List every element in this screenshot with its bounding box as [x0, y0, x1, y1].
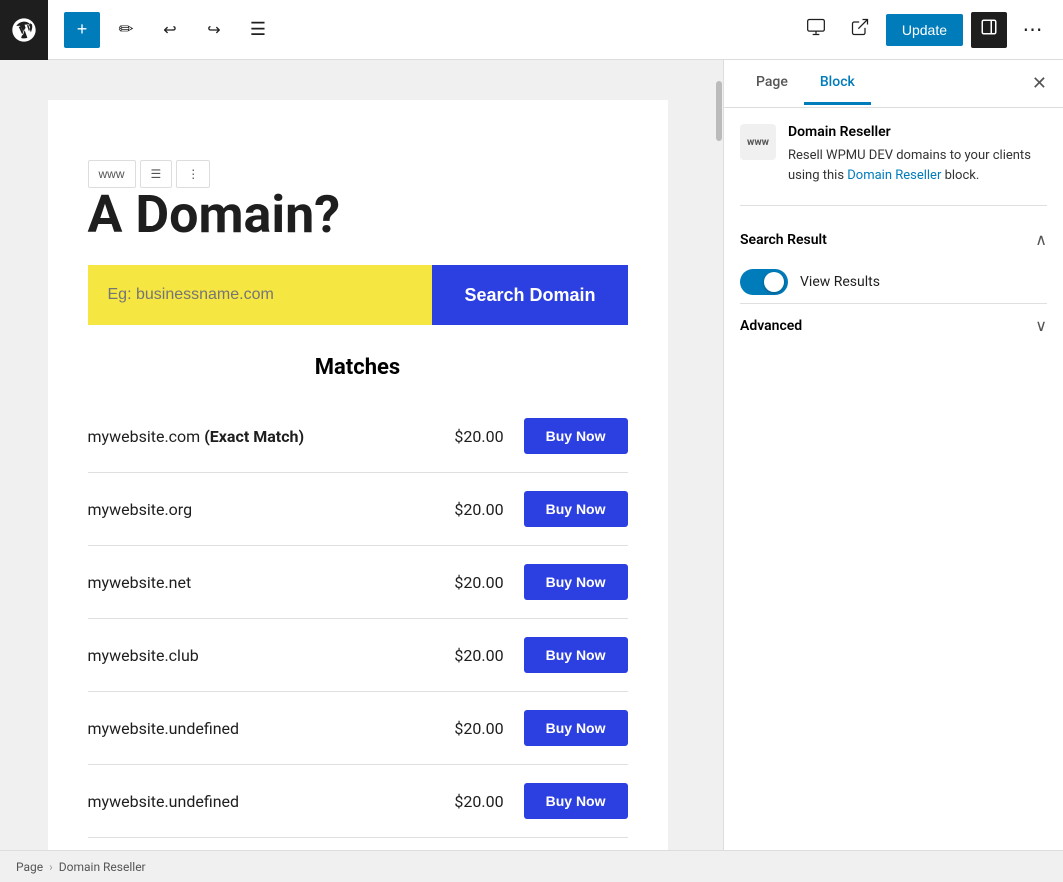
search-result-section-header[interactable]: Search Result ∧ — [740, 218, 1047, 261]
buy-now-button[interactable]: Buy Now — [524, 783, 628, 819]
domain-price: $20.00 — [444, 573, 504, 592]
reseller-link[interactable]: Domain Reseller — [847, 168, 941, 183]
redo-icon: ↪ — [207, 20, 220, 40]
block-align-button[interactable]: ☰ — [140, 160, 173, 188]
breadcrumb-page: Page — [16, 860, 43, 874]
sidebar-close-button[interactable]: ✕ — [1032, 73, 1047, 94]
advanced-title: Advanced — [740, 318, 1035, 334]
toolbar-right: Update ⋯ — [798, 12, 1051, 48]
domain-price: $20.00 — [444, 792, 504, 811]
table-row: mywebsite.org $20.00 Buy Now — [88, 473, 628, 546]
breadcrumb-item: Domain Reseller — [59, 860, 146, 874]
breadcrumb-separator: › — [49, 860, 53, 874]
buy-now-button[interactable]: Buy Now — [524, 418, 628, 454]
domain-input[interactable] — [88, 265, 433, 325]
pencil-icon: ✏ — [118, 19, 133, 40]
reseller-info: Domain Reseller Resell WPMU DEV domains … — [788, 124, 1047, 185]
matches-title: Matches — [88, 355, 628, 380]
more-icon: ⋯ — [1023, 17, 1044, 42]
editor-area[interactable]: www ☰ ⋮ A Domain? Search Domain — [0, 60, 715, 850]
domain-name: mywebsite.undefined — [88, 792, 444, 811]
sidebar-icon — [980, 18, 998, 41]
table-row: mywebsite.undefined $20.00 Buy Now — [88, 838, 628, 850]
toolbar: + ✏ ↩ ↪ ☰ Update ⋯ — [0, 0, 1063, 60]
more-options-button[interactable]: ⋯ — [1015, 12, 1051, 48]
main-layout: www ☰ ⋮ A Domain? Search Domain — [0, 60, 1063, 850]
breadcrumb: Page › Domain Reseller — [0, 850, 1063, 882]
domain-price: $20.00 — [444, 646, 504, 665]
sidebar-header: Page Block ✕ — [724, 60, 1063, 108]
more-icon: ⋮ — [187, 167, 199, 181]
divider — [740, 205, 1047, 206]
search-row: Search Domain — [88, 265, 628, 325]
table-row: mywebsite.com (Exact Match) $20.00 Buy N… — [88, 400, 628, 473]
wp-logo — [0, 0, 48, 60]
align-icon: ☰ — [151, 167, 162, 181]
tab-page[interactable]: Page — [740, 62, 804, 105]
table-row: mywebsite.undefined $20.00 Buy Now — [88, 765, 628, 838]
close-icon: ✕ — [1032, 73, 1047, 93]
domain-name: mywebsite.com (Exact Match) — [88, 427, 444, 446]
view-button[interactable] — [798, 12, 834, 48]
advanced-section-header[interactable]: Advanced ∨ — [740, 303, 1047, 347]
buy-now-button[interactable]: Buy Now — [524, 491, 628, 527]
sidebar-toggle-button[interactable] — [971, 12, 1007, 48]
menu-button[interactable]: ☰ — [240, 12, 276, 48]
domain-list: mywebsite.com (Exact Match) $20.00 Buy N… — [88, 400, 628, 850]
domain-title: A Domain? — [88, 184, 628, 245]
buy-now-button[interactable]: Buy Now — [524, 637, 628, 673]
search-domain-button[interactable]: Search Domain — [432, 265, 627, 325]
editor-inner: www ☰ ⋮ A Domain? Search Domain — [48, 100, 668, 850]
table-row: mywebsite.club $20.00 Buy Now — [88, 619, 628, 692]
monitor-icon — [806, 17, 826, 42]
block-www-button[interactable]: www — [88, 160, 136, 188]
domain-name: mywebsite.net — [88, 573, 444, 592]
domain-price: $20.00 — [444, 500, 504, 519]
domain-name: mywebsite.undefined — [88, 719, 444, 738]
external-link-button[interactable] — [842, 12, 878, 48]
collapse-icon: ∧ — [1035, 230, 1047, 249]
search-result-title: Search Result — [740, 232, 1035, 248]
toggle-knob — [764, 272, 784, 292]
wordpress-icon — [10, 16, 38, 44]
redo-button[interactable]: ↪ — [196, 12, 232, 48]
www-icon: www — [740, 124, 776, 160]
menu-icon: ☰ — [250, 19, 266, 40]
domain-price: $20.00 — [444, 719, 504, 738]
reseller-title: Domain Reseller — [788, 124, 1047, 140]
add-block-button[interactable]: + — [64, 12, 100, 48]
view-results-row: View Results — [740, 261, 1047, 303]
buy-now-button[interactable]: Buy Now — [524, 710, 628, 746]
view-results-label: View Results — [800, 274, 880, 290]
external-link-icon — [850, 17, 870, 42]
domain-name: mywebsite.club — [88, 646, 444, 665]
reseller-card: www Domain Reseller Resell WPMU DEV doma… — [740, 124, 1047, 185]
block-more-button[interactable]: ⋮ — [176, 160, 210, 188]
undo-button[interactable]: ↩ — [152, 12, 188, 48]
update-button[interactable]: Update — [886, 14, 963, 46]
undo-icon: ↩ — [163, 20, 176, 40]
reseller-desc: Resell WPMU DEV domains to your clients … — [788, 146, 1047, 185]
view-results-toggle[interactable] — [740, 269, 788, 295]
tab-block[interactable]: Block — [804, 62, 871, 105]
edit-button[interactable]: ✏ — [108, 12, 144, 48]
buy-now-button[interactable]: Buy Now — [524, 564, 628, 600]
expand-icon: ∨ — [1035, 316, 1047, 335]
domain-name: mywebsite.org — [88, 500, 444, 519]
sidebar-content: www Domain Reseller Resell WPMU DEV doma… — [724, 108, 1063, 850]
table-row: mywebsite.undefined $20.00 Buy Now — [88, 692, 628, 765]
block-toolbar: www ☰ ⋮ — [88, 160, 211, 188]
domain-price: $20.00 — [444, 427, 504, 446]
table-row: mywebsite.net $20.00 Buy Now — [88, 546, 628, 619]
scrollbar[interactable] — [715, 60, 723, 850]
right-sidebar: Page Block ✕ www Domain Reseller Resell … — [723, 60, 1063, 850]
scroll-thumb[interactable] — [716, 81, 722, 141]
